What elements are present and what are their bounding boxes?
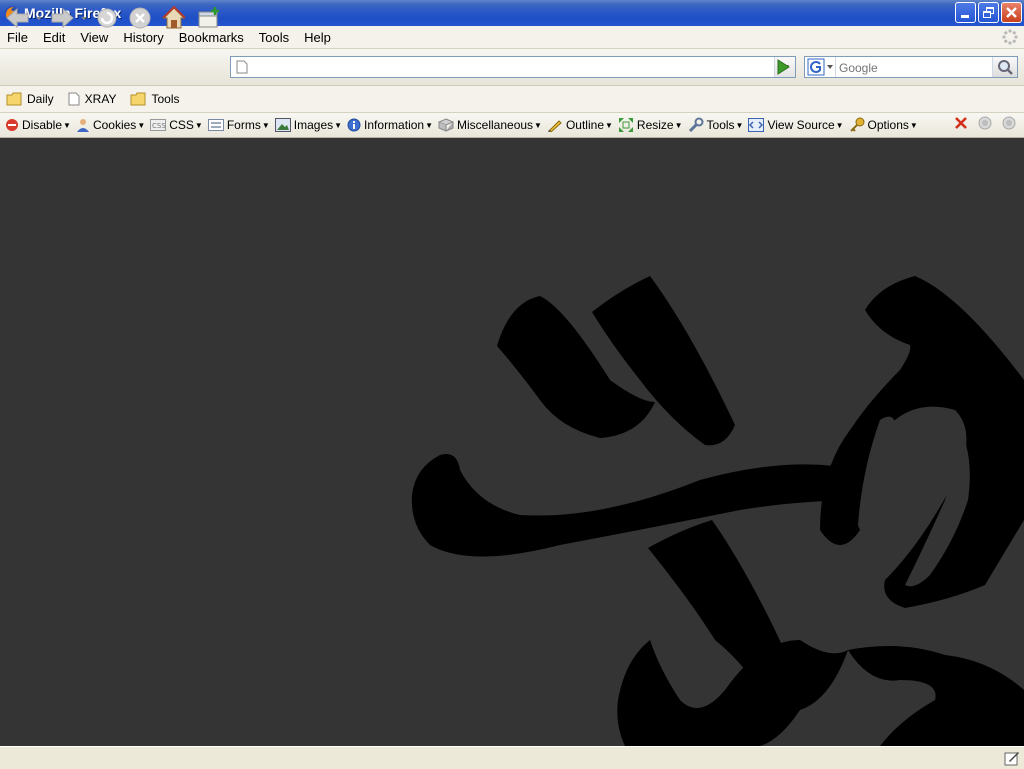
folder-icon [6, 92, 22, 106]
devbar-label: CSS [169, 118, 194, 132]
devbar-tools[interactable]: Tools ▼ [688, 117, 743, 133]
devbar-information[interactable]: Information ▼ [347, 118, 433, 132]
bookmark-xray[interactable]: XRAY [68, 92, 117, 106]
info-icon [347, 118, 361, 132]
devbar-label: Images [293, 118, 334, 132]
reload-button[interactable] [94, 5, 120, 31]
bookmark-label: XRAY [84, 92, 117, 106]
menu-edit[interactable]: Edit [36, 30, 73, 45]
devbar-outline[interactable]: Outline ▼ [547, 118, 613, 132]
page-icon [236, 60, 248, 74]
close-button[interactable] [1001, 2, 1022, 23]
bookmarks-toolbar: Daily XRAY Tools [0, 86, 1024, 113]
resize-icon [618, 118, 633, 132]
search-engine-selector[interactable] [805, 57, 836, 77]
devbar-label: Information [364, 118, 425, 132]
outline-icon [547, 120, 562, 132]
devbar-forms[interactable]: Forms ▼ [207, 118, 270, 132]
devbar-miscellaneous[interactable]: Miscellaneous ▼ [438, 118, 542, 132]
back-button[interactable] [4, 5, 32, 31]
svg-text:CSS: CSS [152, 122, 166, 130]
misc-icon [438, 118, 454, 132]
css-status-icon[interactable] [978, 116, 992, 130]
new-tab-button[interactable] [196, 5, 222, 31]
search-input[interactable] [837, 58, 991, 78]
forward-dropdown-icon[interactable] [79, 5, 89, 31]
forward-button[interactable] [48, 5, 76, 31]
devbar-css[interactable]: CSS CSS ▼ [150, 118, 203, 132]
search-icon [998, 60, 1013, 75]
back-dropdown-icon[interactable] [34, 5, 44, 31]
page-icon [68, 92, 80, 106]
devbar-label: Miscellaneous [457, 118, 534, 132]
js-status-icon[interactable] [1002, 116, 1016, 130]
menu-bar: File Edit View History Bookmarks Tools H… [0, 26, 1024, 49]
devbar-label: Tools [706, 118, 735, 132]
menu-history[interactable]: History [116, 30, 171, 45]
devbar-options[interactable]: Options ▼ [849, 117, 918, 133]
status-bar [0, 746, 1024, 769]
title-bar: Mozilla Firefox [0, 0, 1024, 26]
close-toolbar-icon[interactable] [954, 116, 968, 130]
bookmark-label: Daily [27, 92, 54, 106]
restore-button[interactable] [978, 2, 999, 23]
bookmark-label: Tools [151, 92, 180, 106]
css-icon: CSS [150, 119, 167, 131]
menu-bookmarks[interactable]: Bookmarks [172, 30, 252, 45]
menu-tools[interactable]: Tools [252, 30, 297, 45]
edit-page-icon[interactable] [1004, 750, 1020, 766]
view-source-icon [748, 118, 765, 132]
devbar-label: Disable [22, 118, 63, 132]
devbar-images[interactable]: Images ▼ [274, 118, 342, 132]
menu-help[interactable]: Help [297, 30, 339, 45]
url-input[interactable] [253, 58, 749, 76]
tools-icon [688, 117, 704, 133]
devbar-label: Options [867, 118, 909, 132]
minimize-button[interactable] [955, 2, 976, 23]
devbar-label: Cookies [92, 118, 137, 132]
options-icon [849, 117, 865, 132]
cookies-icon [76, 119, 89, 132]
go-button[interactable] [772, 57, 794, 77]
devbar-label: Forms [226, 118, 261, 132]
search-bar[interactable] [804, 56, 1018, 78]
menu-file[interactable]: File [0, 30, 36, 45]
search-button[interactable] [992, 57, 1017, 77]
images-icon [274, 118, 291, 132]
calligraphy-artwork [411, 276, 1024, 746]
devbar-view-source[interactable]: View Source ▼ [748, 118, 844, 132]
devbar-resize[interactable]: Resize ▼ [618, 117, 683, 133]
stop-button[interactable] [127, 5, 153, 31]
disable-icon [6, 119, 18, 131]
bookmark-tools[interactable]: Tools [130, 92, 179, 106]
menu-view[interactable]: View [73, 30, 116, 45]
devbar-label: Resize [636, 118, 674, 132]
forms-icon [207, 119, 224, 131]
web-developer-toolbar: Disable ▼ Cookies ▼ CSS CSS ▼ Forms ▼ Images… [0, 113, 1024, 138]
home-button[interactable] [161, 5, 187, 31]
google-icon [807, 58, 833, 76]
page-content [0, 138, 1024, 746]
devbar-disable[interactable]: Disable ▼ [5, 118, 71, 132]
devbar-cookies[interactable]: Cookies ▼ [76, 118, 145, 132]
bookmark-daily[interactable]: Daily [6, 92, 54, 106]
location-bar[interactable] [230, 56, 796, 78]
devbar-label: Outline [565, 118, 604, 132]
devbar-label: View Source [767, 118, 835, 132]
close-icon [1006, 7, 1017, 18]
throbber-icon [1002, 29, 1018, 45]
folder-icon [130, 92, 146, 106]
